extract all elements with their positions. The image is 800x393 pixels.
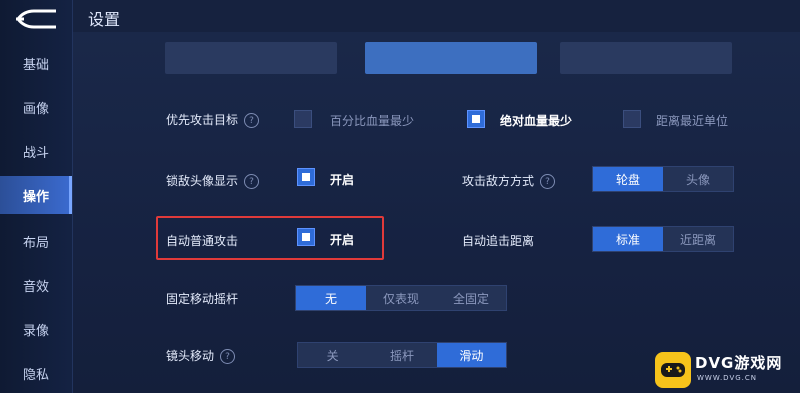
auto-range-segmented: 标准 近距离	[592, 226, 734, 252]
option-absolute-hp: 绝对血量最少	[500, 114, 573, 128]
back-arrow-icon	[16, 9, 56, 29]
checkbox-nearest-unit[interactable]	[623, 110, 641, 128]
attack-mode-text: 攻击敌方方式	[462, 174, 535, 188]
attack-mode-label: 攻击敌方方式?	[462, 172, 556, 189]
attack-mode-segmented: 轮盘 头像	[592, 166, 734, 192]
joystick-full-fixed[interactable]: 全固定	[436, 286, 506, 310]
sidebar-item-privacy[interactable]: 隐私	[0, 354, 72, 392]
checkbox-percent-hp[interactable]	[294, 110, 312, 128]
sidebar-item-layout[interactable]: 布局	[0, 222, 72, 260]
sidebar-item-battle[interactable]: 战斗	[0, 132, 72, 170]
joystick-display-only[interactable]: 仅表现	[366, 286, 436, 310]
preset-tab-3[interactable]	[560, 42, 732, 74]
camera-move-text: 镜头移动	[166, 349, 215, 363]
gamepad-icon	[655, 352, 691, 388]
camera-move-label: 镜头移动?	[166, 347, 236, 364]
target-priority-text: 优先攻击目标	[166, 113, 239, 127]
sidebar-item-sound[interactable]: 音效	[0, 266, 72, 304]
help-icon[interactable]: ?	[244, 174, 260, 189]
page-title: 设置	[88, 10, 121, 29]
preset-tab-2[interactable]	[365, 42, 537, 74]
target-priority-label: 优先攻击目标?	[166, 111, 260, 128]
checkbox-absolute-hp[interactable]	[467, 110, 485, 128]
option-percent-hp: 百分比血量最少	[330, 114, 415, 128]
avatar-display-label: 锁敌头像显示?	[166, 172, 260, 189]
sidebar-item-basic[interactable]: 基础	[0, 44, 72, 82]
attack-mode-wheel[interactable]: 轮盘	[593, 167, 663, 191]
auto-range-label: 自动追击距离	[462, 234, 535, 248]
watermark: DVG游戏网 WWW.DVG.CN	[655, 350, 797, 390]
help-icon[interactable]: ?	[244, 113, 260, 128]
camera-swipe[interactable]: 滑动	[436, 343, 506, 367]
fixed-joystick-segmented: 无 仅表现 全固定	[295, 285, 507, 311]
help-icon[interactable]: ?	[220, 349, 236, 364]
checkbox-avatar-display[interactable]	[297, 168, 315, 186]
settings-screen: 基础 画像 战斗 操作 布局 音效 录像 隐私 设置 优先攻击目标? 百分比血量…	[0, 0, 800, 393]
sidebar-item-controls[interactable]: 操作	[0, 176, 72, 214]
camera-off[interactable]: 关	[298, 343, 367, 367]
auto-range-close[interactable]: 近距离	[663, 227, 733, 251]
watermark-url: WWW.DVG.CN	[697, 374, 758, 382]
avatar-display-text: 锁敌头像显示	[166, 174, 239, 188]
camera-move-segmented: 关 摇杆 滑动	[297, 342, 507, 368]
highlight-box	[156, 216, 384, 260]
attack-mode-avatar[interactable]: 头像	[663, 167, 733, 191]
sidebar: 基础 画像 战斗 操作 布局 音效 录像 隐私	[0, 0, 73, 393]
sidebar-item-image[interactable]: 画像	[0, 88, 72, 126]
watermark-title: DVG游戏网	[695, 354, 783, 372]
avatar-display-option: 开启	[330, 173, 355, 187]
help-icon[interactable]: ?	[540, 174, 556, 189]
fixed-joystick-label: 固定移动摇杆	[166, 292, 239, 306]
main-panel	[72, 32, 800, 393]
preset-tab-1[interactable]	[165, 42, 337, 74]
camera-joystick[interactable]: 摇杆	[367, 343, 436, 367]
joystick-none[interactable]: 无	[296, 286, 366, 310]
sidebar-item-replay[interactable]: 录像	[0, 310, 72, 348]
back-button[interactable]	[10, 6, 62, 32]
auto-range-standard[interactable]: 标准	[593, 227, 663, 251]
option-nearest-unit: 距离最近单位	[656, 114, 729, 128]
